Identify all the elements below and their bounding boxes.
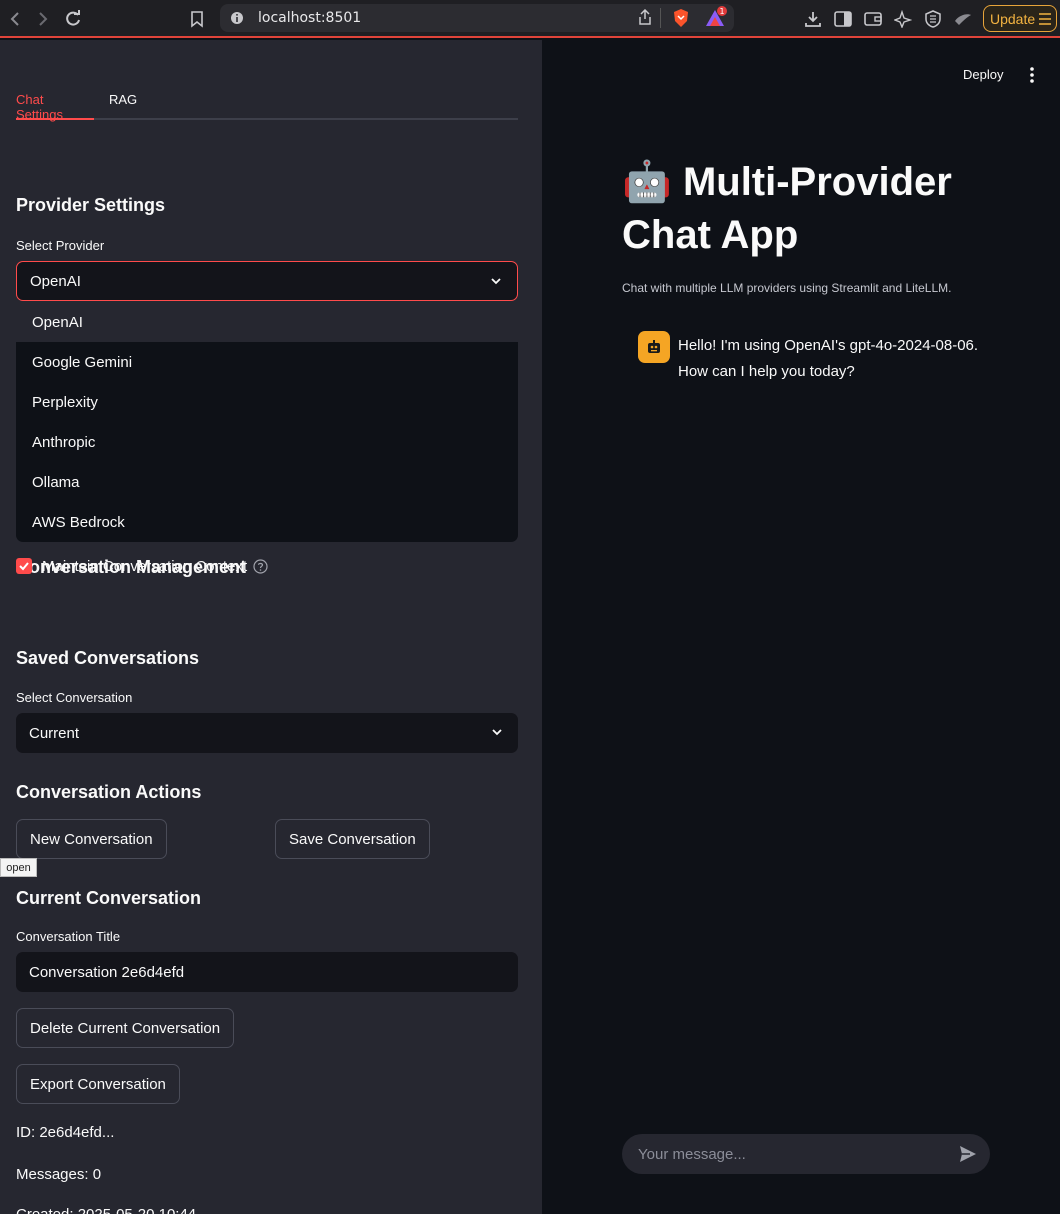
forward-icon[interactable]: [32, 8, 54, 30]
svg-text:1: 1: [719, 7, 724, 16]
page-title: 🤖 Multi-Provider Chat App: [622, 156, 1022, 262]
tab-chat-settings-label: Chat Settings: [16, 92, 63, 122]
sidebar-tabs: Chat Settings RAG: [16, 90, 518, 122]
conversation-title-input[interactable]: Conversation 2e6d4efd: [16, 952, 518, 992]
vpn-shield-icon[interactable]: [922, 8, 944, 30]
sidebar-toggle-icon[interactable]: [832, 8, 854, 30]
tab-chat-settings[interactable]: Chat Settings: [16, 90, 94, 122]
option-label: Anthropic: [32, 433, 96, 451]
tooltip: open: [0, 858, 37, 877]
dropdown-option-openai[interactable]: OpenAI: [16, 302, 518, 342]
menu-icon: [1039, 13, 1051, 25]
divider: [660, 8, 661, 28]
maintain-context-checkbox[interactable]: [16, 558, 32, 574]
bookmark-icon[interactable]: [186, 8, 208, 30]
new-conversation-button[interactable]: New Conversation: [16, 819, 167, 859]
browser-toolbar: localhost:8501 1 Update: [0, 0, 1060, 38]
more-options-icon[interactable]: [1024, 66, 1040, 84]
new-conversation-label: New Conversation: [30, 830, 153, 848]
wallet-icon[interactable]: [862, 8, 884, 30]
brave-rewards-icon[interactable]: 1: [704, 6, 728, 33]
export-conversation-label: Export Conversation: [30, 1075, 166, 1093]
conversation-actions-heading: Conversation Actions: [16, 782, 202, 802]
deploy-button[interactable]: Deploy: [963, 67, 1003, 82]
url-text: localhost:8501: [258, 10, 362, 26]
assistant-avatar: [638, 331, 670, 363]
reload-icon[interactable]: [62, 8, 84, 30]
update-button[interactable]: Update: [983, 5, 1057, 32]
maintain-context-label[interactable]: Maintain Conversation Context: [42, 558, 247, 575]
share-icon[interactable]: [638, 8, 652, 30]
update-label: Update: [990, 10, 1036, 27]
back-icon[interactable]: [4, 8, 26, 30]
option-label: Perplexity: [32, 393, 98, 411]
option-label: AWS Bedrock: [32, 513, 125, 531]
created-date: Created: 2025-05-20 10:44: [16, 1206, 196, 1214]
conversation-id: ID: 2e6d4efd...: [16, 1124, 115, 1141]
message-count: Messages: 0: [16, 1166, 102, 1183]
delete-conversation-button[interactable]: Delete Current Conversation: [16, 1008, 235, 1048]
chat-input-placeholder: Your message...: [638, 1145, 746, 1163]
chat-input[interactable]: Your message...: [622, 1134, 990, 1174]
robot-emoji-icon: 🤖: [622, 160, 672, 204]
assistant-message: Hello! I'm using OpenAI's gpt-4o-2024-08…: [678, 337, 979, 380]
conversation-title-label: Conversation Title: [16, 929, 121, 944]
provider-settings-heading: Provider Settings: [16, 195, 166, 215]
help-icon[interactable]: [253, 559, 268, 574]
dropdown-option-aws-bedrock[interactable]: AWS Bedrock: [16, 502, 518, 542]
saved-conversations-heading: Saved Conversations: [16, 648, 200, 668]
dropdown-option-google-gemini[interactable]: Google Gemini: [16, 342, 518, 382]
extension-icon[interactable]: [952, 8, 974, 30]
address-bar[interactable]: localhost:8501 1: [220, 4, 734, 32]
save-conversation-label: Save Conversation: [289, 830, 416, 848]
conversation-select-value: Current: [29, 724, 80, 742]
bot-icon: [648, 340, 660, 353]
export-conversation-button[interactable]: Export Conversation: [16, 1064, 180, 1104]
page-title-text: Multi-Provider Chat App: [622, 160, 952, 257]
current-conversation-heading: Current Conversation: [16, 888, 202, 908]
tab-rag[interactable]: RAG: [109, 90, 137, 120]
site-info-icon[interactable]: [230, 11, 244, 30]
provider-dropdown: OpenAI Google Gemini Perplexity Anthropi…: [16, 302, 518, 542]
leo-ai-icon[interactable]: [892, 8, 914, 30]
option-label: Google Gemini: [32, 353, 133, 371]
chevron-down-icon: [492, 729, 502, 736]
send-icon[interactable]: [958, 1144, 978, 1164]
brave-shield-icon[interactable]: [672, 8, 690, 33]
delete-conversation-label: Delete Current Conversation: [30, 1019, 221, 1037]
option-label: OpenAI: [32, 313, 83, 331]
conversation-select[interactable]: Current: [16, 713, 518, 753]
provider-select-value: OpenAI: [30, 272, 81, 290]
select-provider-label: Select Provider: [16, 238, 105, 253]
save-conversation-button[interactable]: Save Conversation: [275, 819, 430, 859]
checkmark-icon: [19, 562, 29, 571]
tab-rag-label: RAG: [109, 92, 138, 107]
conversation-title-value: Conversation 2e6d4efd: [29, 963, 185, 981]
select-conversation-label: Select Conversation: [16, 690, 133, 705]
chevron-down-icon: [491, 278, 501, 285]
page-subtitle: Chat with multiple LLM providers using S…: [622, 281, 952, 295]
dropdown-option-anthropic[interactable]: Anthropic: [16, 422, 518, 462]
option-label: Ollama: [32, 473, 80, 491]
dropdown-option-ollama[interactable]: Ollama: [16, 462, 518, 502]
provider-select[interactable]: OpenAI: [16, 261, 518, 301]
download-icon[interactable]: [802, 8, 824, 30]
dropdown-option-perplexity[interactable]: Perplexity: [16, 382, 518, 422]
